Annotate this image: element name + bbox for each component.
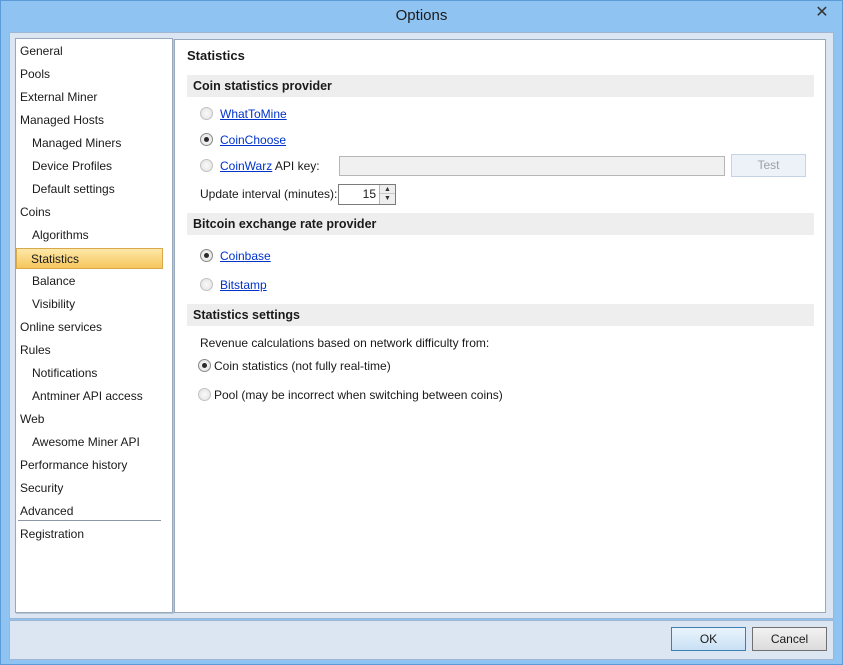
radio-coin-statistics[interactable]: Coin statistics (not fully real-time)	[198, 357, 391, 375]
sidebar-item-statistics[interactable]: Statistics	[16, 248, 163, 269]
radio-button[interactable]	[198, 388, 211, 401]
sidebar-item-algorithms[interactable]: Algorithms	[18, 225, 166, 246]
radio-button[interactable]	[200, 133, 213, 146]
pool-label[interactable]: Pool (may be incorrect when switching be…	[214, 388, 503, 402]
sidebar-item-web[interactable]: Web	[18, 409, 166, 430]
sidebar-item-registration[interactable]: Registration	[18, 524, 166, 545]
sidebar-item-coins[interactable]: Coins	[18, 202, 166, 223]
radio-coinchoose[interactable]: CoinChoose	[200, 131, 286, 149]
sidebar-item-pools[interactable]: Pools	[18, 64, 166, 85]
sidebar-item-performance-history[interactable]: Performance history	[18, 455, 166, 476]
radio-button[interactable]	[200, 249, 213, 262]
radio-pool[interactable]: Pool (may be incorrect when switching be…	[198, 386, 503, 404]
coinwarz-api-key-label: API key:	[272, 159, 320, 173]
cancel-button[interactable]: Cancel	[752, 627, 827, 651]
sidebar-item-general[interactable]: General	[18, 41, 166, 62]
radio-coinbase[interactable]: Coinbase	[200, 247, 271, 265]
sidebar-item-default-settings[interactable]: Default settings	[18, 179, 166, 200]
sidebar-item-device-profiles[interactable]: Device Profiles	[18, 156, 166, 177]
update-interval-stepper[interactable]: 15 ▲ ▼	[338, 184, 396, 205]
dialog-body: General Pools External Miner Managed Hosts M…	[9, 32, 834, 619]
sidebar-item-online-services[interactable]: Online services	[18, 317, 166, 338]
whattomine-link[interactable]: WhatToMine	[220, 107, 287, 121]
sidebar-item-balance[interactable]: Balance	[18, 271, 166, 292]
sidebar-item-visibility[interactable]: Visibility	[18, 294, 166, 315]
bitstamp-link[interactable]: Bitstamp	[220, 278, 267, 292]
coinchoose-link[interactable]: CoinChoose	[220, 133, 286, 147]
radio-button[interactable]	[200, 159, 213, 172]
options-window: Options ✕ General Pools External Miner Mana…	[0, 0, 843, 665]
coinwarz-link[interactable]: CoinWarz	[220, 159, 272, 173]
stepper-buttons[interactable]: ▲ ▼	[379, 185, 395, 204]
sidebar-item-rules[interactable]: Rules	[18, 340, 166, 361]
stepper-up-icon[interactable]: ▲	[380, 185, 395, 194]
page-title: Statistics	[187, 48, 245, 63]
options-nav: General Pools External Miner Managed Hosts M…	[15, 38, 173, 613]
statistics-panel: Statistics Coin statistics provider What…	[174, 39, 826, 613]
dialog-footer: OK Cancel	[9, 620, 834, 660]
test-button[interactable]: Test	[731, 154, 806, 177]
ok-button[interactable]: OK	[671, 627, 746, 651]
section-coin-statistics-provider: Coin statistics provider	[187, 75, 814, 97]
section-statistics-settings: Statistics settings	[187, 304, 814, 326]
revenue-calc-description: Revenue calculations based on network di…	[200, 336, 490, 350]
window-title: Options	[395, 7, 448, 24]
coinbase-link[interactable]: Coinbase	[220, 249, 271, 263]
sidebar-item-security[interactable]: Security	[18, 478, 166, 499]
radio-button[interactable]	[198, 359, 211, 372]
radio-button[interactable]	[200, 107, 213, 120]
update-interval-value[interactable]: 15	[363, 185, 376, 204]
sidebar-item-managed-hosts[interactable]: Managed Hosts	[18, 110, 166, 131]
sidebar-item-advanced[interactable]: Advanced	[18, 501, 166, 522]
coin-statistics-label[interactable]: Coin statistics (not fully real-time)	[214, 359, 391, 373]
sidebar-divider	[18, 520, 161, 521]
sidebar-item-antminer-api-access[interactable]: Antminer API access	[18, 386, 166, 407]
radio-button[interactable]	[200, 278, 213, 291]
stepper-down-icon[interactable]: ▼	[380, 194, 395, 203]
coinwarz-api-key-input[interactable]	[339, 156, 725, 176]
section-bitcoin-exchange-rate-provider: Bitcoin exchange rate provider	[187, 213, 814, 235]
radio-bitstamp[interactable]: Bitstamp	[200, 276, 267, 294]
sidebar-item-external-miner[interactable]: External Miner	[18, 87, 166, 108]
radio-coinwarz[interactable]: CoinWarz API key:	[200, 157, 320, 175]
update-interval-label: Update interval (minutes):	[200, 187, 338, 201]
close-icon[interactable]: ✕	[808, 3, 836, 25]
radio-whattomine[interactable]: WhatToMine	[200, 105, 287, 123]
sidebar-item-notifications[interactable]: Notifications	[18, 363, 166, 384]
sidebar-item-awesome-miner-api[interactable]: Awesome Miner API	[18, 432, 166, 453]
sidebar-item-managed-miners[interactable]: Managed Miners	[18, 133, 166, 154]
